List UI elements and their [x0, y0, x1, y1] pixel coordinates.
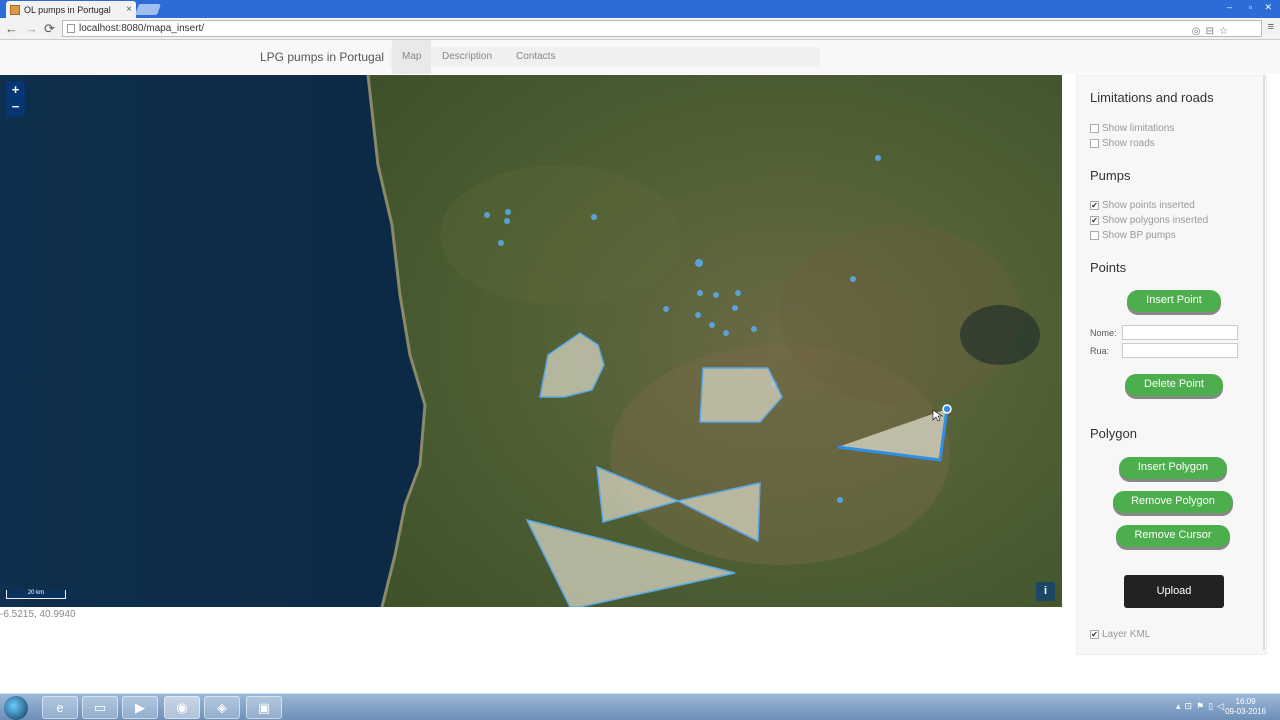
zoom-control: + − — [6, 81, 25, 117]
browser-tab[interactable]: OL pumps in Portugal × — [6, 1, 136, 18]
show-bp-pumps-checkbox[interactable]: Show BP pumps — [1090, 230, 1176, 241]
checkbox-checked[interactable]: ✔ — [1090, 216, 1099, 225]
remove-cursor-button[interactable]: Remove Cursor — [1116, 525, 1230, 547]
layer-kml-checkbox[interactable]: ✔ Layer KML — [1090, 629, 1150, 640]
zoom-in-button[interactable]: + — [7, 82, 24, 99]
extension-icons[interactable]: ◎⊟☆ — [1192, 24, 1233, 39]
app-taskbar-icon[interactable]: ▣ — [246, 696, 282, 719]
nav-map[interactable]: Map — [392, 40, 432, 74]
browser-toolbar: ← → ⟳ localhost:8080/mapa_insert/ ◎⊟☆ ≡ — [0, 18, 1280, 40]
page-icon — [67, 24, 75, 33]
panel-scrollbar[interactable] — [1263, 75, 1265, 650]
show-points-checkbox[interactable]: ✔ Show points inserted — [1090, 200, 1195, 211]
browser-menu-icon[interactable]: ≡ — [1268, 21, 1274, 33]
site-header: LPG pumps in Portugal Map Description Co… — [0, 40, 1280, 74]
attribution-info-button[interactable]: i — [1036, 582, 1055, 601]
tab-close-icon[interactable]: × — [126, 4, 132, 15]
mouse-coordinates: -6.5215, 40.9940 — [0, 609, 76, 620]
forward-icon[interactable]: → — [25, 21, 38, 37]
reload-icon[interactable]: ⟳ — [44, 21, 55, 37]
site-brand[interactable]: LPG pumps in Portugal — [260, 50, 384, 64]
checkbox-checked[interactable]: ✔ — [1090, 630, 1099, 639]
maximize-icon[interactable]: ▫ — [1249, 2, 1252, 12]
pumps-heading: Pumps — [1090, 168, 1131, 183]
browser-tab-strip: OL pumps in Portugal × ‒ ▫ ✕ — [0, 0, 1280, 18]
rua-input[interactable] — [1122, 343, 1238, 358]
nome-input[interactable] — [1122, 325, 1238, 340]
start-button[interactable] — [4, 696, 28, 720]
zoom-out-button[interactable]: − — [7, 99, 24, 116]
show-limitations-checkbox[interactable]: Show limitations — [1090, 123, 1174, 134]
chrome-taskbar-icon[interactable]: ◉ — [164, 696, 200, 719]
upload-button[interactable]: Upload — [1124, 575, 1224, 608]
polygon-heading: Polygon — [1090, 426, 1137, 441]
new-tab-button[interactable] — [134, 4, 162, 15]
back-icon[interactable]: ← — [5, 21, 18, 37]
show-roads-checkbox[interactable]: Show roads — [1090, 138, 1155, 149]
system-tray-icons[interactable]: ▴⊡⚑▯◁ — [1176, 701, 1228, 712]
rua-label: Rua: — [1090, 346, 1110, 356]
tab-title: OL pumps in Portugal — [24, 4, 111, 15]
delete-point-button[interactable]: Delete Point — [1125, 374, 1223, 396]
remove-polygon-button[interactable]: Remove Polygon — [1113, 491, 1233, 513]
satellite-map — [0, 75, 1062, 607]
media-player-taskbar-icon[interactable]: ▶ — [122, 696, 158, 719]
scale-line: 20 km — [6, 590, 66, 599]
insert-point-button[interactable]: Insert Point — [1127, 290, 1221, 312]
checkbox-checked[interactable]: ✔ — [1090, 201, 1099, 210]
show-polygons-checkbox[interactable]: ✔ Show polygons inserted — [1090, 215, 1208, 226]
nav-description[interactable]: Description — [442, 51, 492, 62]
explorer-taskbar-icon[interactable]: ▭ — [82, 696, 118, 719]
points-heading: Points — [1090, 260, 1127, 275]
ie-taskbar-icon[interactable]: e — [42, 696, 78, 719]
url-text: localhost:8080/mapa_insert/ — [79, 23, 205, 34]
minimize-icon[interactable]: ‒ — [1227, 2, 1232, 12]
limits-heading: Limitations and roads — [1090, 90, 1214, 105]
map-canvas[interactable]: + − 20 km i — [0, 75, 1062, 607]
nav-contacts[interactable]: Contacts — [516, 51, 555, 62]
close-window-icon[interactable]: ✕ — [1264, 2, 1272, 13]
pgadmin-taskbar-icon[interactable]: ◈ — [204, 696, 240, 719]
nome-label: Nome: — [1090, 328, 1117, 338]
address-bar[interactable]: localhost:8080/mapa_insert/ ◎⊟☆ — [62, 20, 1262, 37]
favicon-icon — [10, 4, 20, 15]
drawing-vertex[interactable] — [942, 404, 952, 414]
checkbox-empty[interactable] — [1090, 231, 1099, 240]
insert-polygon-button[interactable]: Insert Polygon — [1119, 457, 1227, 479]
checkbox-empty[interactable] — [1090, 139, 1099, 148]
control-panel: Limitations and roads Show limitations S… — [1076, 75, 1267, 655]
windows-taskbar: e ▭ ▶ ◉ ◈ ▣ ▴⊡⚑▯◁ 16:09 09-03-2016 — [0, 693, 1280, 720]
system-clock[interactable]: 16:09 09-03-2016 — [1225, 697, 1266, 717]
checkbox-empty[interactable] — [1090, 124, 1099, 133]
